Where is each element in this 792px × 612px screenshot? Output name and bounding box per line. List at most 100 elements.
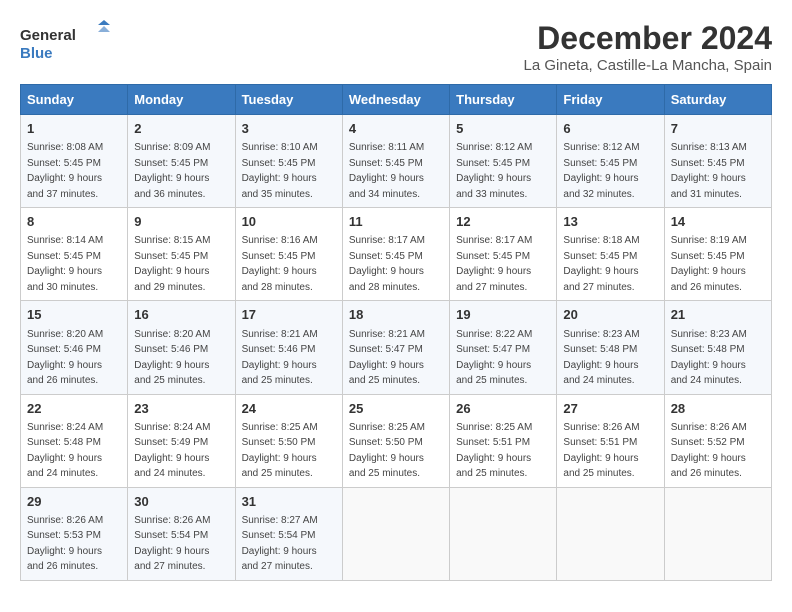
svg-text:Blue: Blue <box>20 45 53 62</box>
day-info: Sunrise: 8:19 AMSunset: 5:45 PMDaylight:… <box>671 235 747 293</box>
calendar-week-2: 15 Sunrise: 8:20 AMSunset: 5:46 PMDayligh… <box>21 301 772 394</box>
day-number: 11 <box>349 213 443 231</box>
logo-svg: General Blue <box>20 20 110 65</box>
day-info: Sunrise: 8:16 AMSunset: 5:45 PMDaylight:… <box>242 235 318 293</box>
day-header-thursday: Thursday <box>450 85 557 115</box>
day-number: 18 <box>349 306 443 324</box>
day-number: 8 <box>27 213 121 231</box>
day-header-monday: Monday <box>128 85 235 115</box>
day-number: 23 <box>134 400 228 418</box>
day-header-saturday: Saturday <box>664 85 771 115</box>
day-info: Sunrise: 8:20 AMSunset: 5:46 PMDaylight:… <box>134 329 210 387</box>
day-info: Sunrise: 8:18 AMSunset: 5:45 PMDaylight:… <box>563 235 639 293</box>
day-number: 12 <box>456 213 550 231</box>
day-info: Sunrise: 8:17 AMSunset: 5:45 PMDaylight:… <box>456 235 532 293</box>
calendar-cell <box>664 487 771 580</box>
day-info: Sunrise: 8:12 AMSunset: 5:45 PMDaylight:… <box>563 142 639 200</box>
calendar-cell: 27Sunrise: 8:26 AMSunset: 5:51 PMDayligh… <box>557 394 664 487</box>
calendar-cell: 6 Sunrise: 8:12 AMSunset: 5:45 PMDaylight… <box>557 115 664 208</box>
day-info: Sunrise: 8:21 AMSunset: 5:47 PMDaylight:… <box>349 329 425 387</box>
day-info: Sunrise: 8:23 AMSunset: 5:48 PMDaylight:… <box>563 329 639 387</box>
day-info: Sunrise: 8:23 AMSunset: 5:48 PMDaylight:… <box>671 329 747 387</box>
calendar-cell <box>450 487 557 580</box>
day-info: Sunrise: 8:14 AMSunset: 5:45 PMDaylight:… <box>27 235 103 293</box>
day-info: Sunrise: 8:17 AMSunset: 5:45 PMDaylight:… <box>349 235 425 293</box>
day-number: 20 <box>563 306 657 324</box>
calendar-cell: 4 Sunrise: 8:11 AMSunset: 5:45 PMDaylight… <box>342 115 449 208</box>
day-number: 3 <box>242 120 336 138</box>
calendar-table: SundayMondayTuesdayWednesdayThursdayFrid… <box>20 84 772 581</box>
day-info: Sunrise: 8:22 AMSunset: 5:47 PMDaylight:… <box>456 329 532 387</box>
day-info: Sunrise: 8:20 AMSunset: 5:46 PMDaylight:… <box>27 329 103 387</box>
month-title: December 2024 <box>524 20 772 57</box>
day-header-wednesday: Wednesday <box>342 85 449 115</box>
calendar-cell: 25Sunrise: 8:25 AMSunset: 5:50 PMDayligh… <box>342 394 449 487</box>
day-number: 4 <box>349 120 443 138</box>
calendar-week-3: 22 Sunrise: 8:24 AMSunset: 5:48 PMDayligh… <box>21 394 772 487</box>
day-number: 17 <box>242 306 336 324</box>
calendar-cell <box>557 487 664 580</box>
calendar-week-1: 8 Sunrise: 8:14 AMSunset: 5:45 PMDaylight… <box>21 208 772 301</box>
day-number: 25 <box>349 400 443 418</box>
day-number: 31 <box>242 493 336 511</box>
calendar-cell: 18 Sunrise: 8:21 AMSunset: 5:47 PMDayligh… <box>342 301 449 394</box>
day-info: Sunrise: 8:12 AMSunset: 5:45 PMDaylight:… <box>456 142 532 200</box>
day-info: Sunrise: 8:24 AMSunset: 5:48 PMDaylight:… <box>27 422 103 480</box>
calendar-cell: 7 Sunrise: 8:13 AMSunset: 5:45 PMDaylight… <box>664 115 771 208</box>
calendar-cell: 26 Sunrise: 8:25 AMSunset: 5:51 PMDayligh… <box>450 394 557 487</box>
days-header-row: SundayMondayTuesdayWednesdayThursdayFrid… <box>21 85 772 115</box>
day-number: 9 <box>134 213 228 231</box>
day-info: Sunrise: 8:27 AMSunset: 5:54 PMDaylight:… <box>242 515 318 573</box>
calendar-cell: 10Sunrise: 8:16 AMSunset: 5:45 PMDayligh… <box>235 208 342 301</box>
day-number: 15 <box>27 306 121 324</box>
calendar-cell: 1Sunrise: 8:08 AMSunset: 5:45 PMDaylight… <box>21 115 128 208</box>
calendar-cell: 19 Sunrise: 8:22 AMSunset: 5:47 PMDayligh… <box>450 301 557 394</box>
calendar-cell: 8 Sunrise: 8:14 AMSunset: 5:45 PMDaylight… <box>21 208 128 301</box>
day-number: 5 <box>456 120 550 138</box>
calendar-cell: 5 Sunrise: 8:12 AMSunset: 5:45 PMDaylight… <box>450 115 557 208</box>
calendar-week-4: 29Sunrise: 8:26 AMSunset: 5:53 PMDayligh… <box>21 487 772 580</box>
calendar-cell: 20 Sunrise: 8:23 AMSunset: 5:48 PMDayligh… <box>557 301 664 394</box>
calendar-cell: 28 Sunrise: 8:26 AMSunset: 5:52 PMDayligh… <box>664 394 771 487</box>
calendar-cell: 23 Sunrise: 8:24 AMSunset: 5:49 PMDayligh… <box>128 394 235 487</box>
day-number: 27 <box>563 400 657 418</box>
page-header: General Blue December 2024 La Gineta, Ca… <box>20 20 772 74</box>
day-info: Sunrise: 8:24 AMSunset: 5:49 PMDaylight:… <box>134 422 210 480</box>
day-header-tuesday: Tuesday <box>235 85 342 115</box>
location-subtitle: La Gineta, Castille-La Mancha, Spain <box>524 57 772 74</box>
calendar-cell: 17Sunrise: 8:21 AMSunset: 5:46 PMDayligh… <box>235 301 342 394</box>
calendar-cell: 14 Sunrise: 8:19 AMSunset: 5:45 PMDayligh… <box>664 208 771 301</box>
calendar-cell: 11 Sunrise: 8:17 AMSunset: 5:45 PMDayligh… <box>342 208 449 301</box>
calendar-week-0: 1Sunrise: 8:08 AMSunset: 5:45 PMDaylight… <box>21 115 772 208</box>
day-info: Sunrise: 8:26 AMSunset: 5:52 PMDaylight:… <box>671 422 747 480</box>
svg-text:General: General <box>20 27 76 44</box>
day-header-sunday: Sunday <box>21 85 128 115</box>
calendar-cell: 15 Sunrise: 8:20 AMSunset: 5:46 PMDayligh… <box>21 301 128 394</box>
day-info: Sunrise: 8:25 AMSunset: 5:51 PMDaylight:… <box>456 422 532 480</box>
day-number: 22 <box>27 400 121 418</box>
day-info: Sunrise: 8:13 AMSunset: 5:45 PMDaylight:… <box>671 142 747 200</box>
calendar-cell: 29Sunrise: 8:26 AMSunset: 5:53 PMDayligh… <box>21 487 128 580</box>
day-info: Sunrise: 8:26 AMSunset: 5:54 PMDaylight:… <box>134 515 210 573</box>
day-number: 7 <box>671 120 765 138</box>
day-number: 26 <box>456 400 550 418</box>
day-header-friday: Friday <box>557 85 664 115</box>
calendar-cell: 21Sunrise: 8:23 AMSunset: 5:48 PMDayligh… <box>664 301 771 394</box>
logo: General Blue <box>20 20 110 65</box>
calendar-cell: 12 Sunrise: 8:17 AMSunset: 5:45 PMDayligh… <box>450 208 557 301</box>
day-number: 16 <box>134 306 228 324</box>
title-block: December 2024 La Gineta, Castille-La Man… <box>524 20 772 74</box>
day-number: 14 <box>671 213 765 231</box>
day-number: 30 <box>134 493 228 511</box>
day-info: Sunrise: 8:26 AMSunset: 5:53 PMDaylight:… <box>27 515 103 573</box>
day-number: 13 <box>563 213 657 231</box>
day-number: 28 <box>671 400 765 418</box>
day-number: 19 <box>456 306 550 324</box>
calendar-cell: 24Sunrise: 8:25 AMSunset: 5:50 PMDayligh… <box>235 394 342 487</box>
calendar-cell: 2Sunrise: 8:09 AMSunset: 5:45 PMDaylight… <box>128 115 235 208</box>
calendar-cell: 13 Sunrise: 8:18 AMSunset: 5:45 PMDayligh… <box>557 208 664 301</box>
day-number: 24 <box>242 400 336 418</box>
day-info: Sunrise: 8:11 AMSunset: 5:45 PMDaylight:… <box>349 142 424 200</box>
day-number: 1 <box>27 120 121 138</box>
day-number: 6 <box>563 120 657 138</box>
